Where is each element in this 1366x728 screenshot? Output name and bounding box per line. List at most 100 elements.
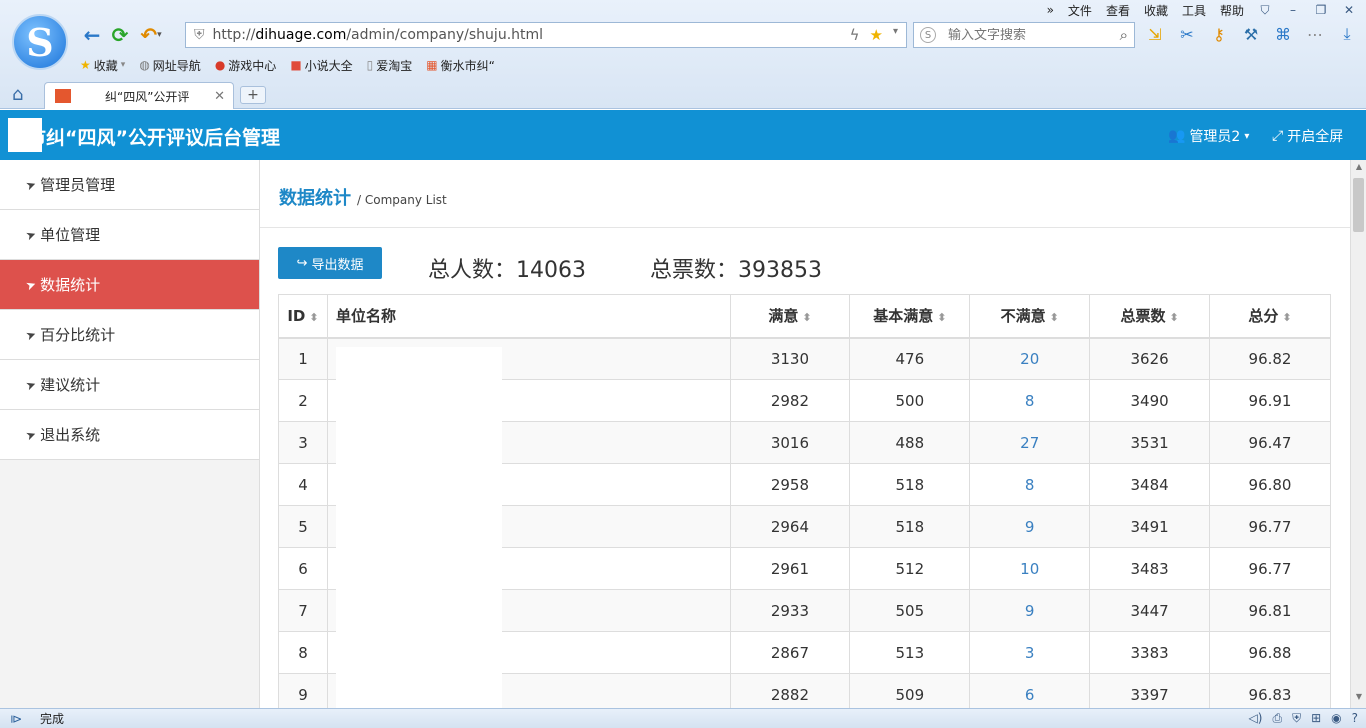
cell-unsatisfied-link[interactable]: 3 (969, 631, 1091, 674)
sidebar-item-suggestion-statistics[interactable]: ➤ 建议统计 (0, 360, 259, 410)
cell-basic: 518 (849, 463, 971, 506)
scroll-thumb[interactable] (1353, 178, 1364, 232)
column-header-score[interactable]: 总分 ⬍ (1209, 294, 1331, 339)
address-text[interactable]: http://dihuage.com/admin/company/shuju.h… (213, 27, 850, 43)
menu-more-icon[interactable]: » (1047, 3, 1054, 17)
cell-unsatisfied-link[interactable]: 8 (969, 379, 1091, 422)
login-icon[interactable]: ⇲ (1145, 25, 1165, 44)
cell-score: 96.83 (1209, 673, 1331, 708)
cell-total: 3491 (1089, 505, 1211, 548)
new-tab-button[interactable]: + (240, 86, 266, 104)
column-label: 单位名称 (335, 307, 396, 326)
bookmark-item[interactable]: ▦ 衡水市纠“ (426, 57, 495, 74)
download-icon[interactable]: ⤓ (1337, 24, 1357, 44)
cell-basic: 476 (849, 337, 971, 380)
menu-view[interactable]: 查看 (1106, 2, 1130, 19)
total-people: 总人数：14063 (428, 258, 586, 283)
page-subtitle: / Company List (357, 193, 447, 207)
page-scrollbar[interactable]: ▲ ▼ (1350, 160, 1366, 708)
tab-title: 纠“四风”公开评 (105, 89, 190, 104)
back-arrow-icon[interactable]: ← (78, 23, 106, 47)
page-header: 数据统计 / Company List (279, 184, 447, 210)
skin-icon[interactable]: ⛉ (1258, 3, 1272, 18)
minimize-icon[interactable]: – (1286, 3, 1300, 17)
bookmark-item[interactable]: ● 游戏中心 (215, 57, 277, 74)
sidebar-item-data-statistics[interactable]: ➤ 数据统计 (0, 260, 259, 310)
browser-tab[interactable]: 纠“四风”公开评 ✕ (44, 82, 234, 109)
cell-total: 3484 (1089, 463, 1211, 506)
send-arrow-icon: ➤ (23, 226, 39, 243)
bookmark-item[interactable]: ◍ 网址导航 (139, 57, 201, 74)
cell-id: 3 (278, 421, 328, 464)
print-icon[interactable]: ⎙ (1272, 711, 1282, 726)
bookmark-item[interactable]: ★ 收藏 ▾ (80, 57, 125, 74)
more-icon[interactable]: ⋯ (1305, 25, 1325, 44)
menu-help[interactable]: 帮助 (1220, 2, 1244, 19)
key-icon[interactable]: ⚷ (1209, 25, 1229, 44)
cell-id: 5 (278, 505, 328, 548)
status-text: 完成 (40, 712, 65, 726)
help-icon[interactable]: ? (1352, 711, 1358, 726)
total-votes: 总票数：393853 (650, 258, 822, 283)
scroll-down-icon[interactable]: ▼ (1351, 692, 1366, 704)
cell-id: 2 (278, 379, 328, 422)
search-engine-icon[interactable]: S (920, 27, 936, 43)
sidebar-toggle-icon[interactable]: ⧐ (10, 712, 28, 726)
menu-favorites[interactable]: 收藏 (1144, 2, 1168, 19)
column-header-total-votes[interactable]: 总票数 ⬍ (1089, 294, 1211, 339)
zoom-icon[interactable]: ⊞ (1311, 711, 1321, 726)
bookmark-label: 网址导航 (152, 58, 201, 73)
tab-close-icon[interactable]: ✕ (214, 89, 225, 104)
bookmark-item[interactable]: ■ 小说大全 (290, 57, 352, 74)
scroll-up-icon[interactable]: ▲ (1351, 162, 1366, 174)
sidebar-item-label: 百分比统计 (40, 326, 116, 344)
menu-tools[interactable]: 工具 (1182, 2, 1206, 19)
site-icon: ▦ (426, 58, 438, 72)
sidebar-item-unit-management[interactable]: ➤ 单位管理 (0, 210, 259, 260)
search-input[interactable] (948, 27, 1120, 43)
close-window-icon[interactable]: ✕ (1342, 3, 1356, 17)
column-header-id[interactable]: ID ⬍ (278, 294, 328, 339)
favorite-star-icon[interactable]: ★ (870, 26, 883, 44)
column-header-basic-satisfied[interactable]: 基本满意 ⬍ (849, 294, 971, 339)
network-icon[interactable]: ◉ (1331, 711, 1341, 726)
bookmark-item[interactable]: ▯ 爱淘宝 (367, 57, 413, 74)
dropdown-icon[interactable]: ▾ (893, 26, 898, 44)
page-title: 数据统计 (279, 188, 351, 209)
wrench-icon[interactable]: ⚒ (1241, 25, 1261, 44)
address-bar[interactable]: ⛨ http://dihuage.com/admin/company/shuju… (185, 22, 907, 48)
export-data-button[interactable]: ↪ 导出数据 (278, 247, 382, 279)
cell-unsatisfied-link[interactable]: 8 (969, 463, 1091, 506)
sidebar-item-admin-management[interactable]: ➤ 管理员管理 (0, 160, 259, 210)
column-header-unsatisfied[interactable]: 不满意 ⬍ (969, 294, 1091, 339)
scissors-icon[interactable]: ✂ (1177, 25, 1197, 44)
cell-basic: 518 (849, 505, 971, 548)
browser-logo[interactable]: S (12, 14, 68, 70)
restore-icon[interactable]: ❐ (1314, 3, 1328, 17)
lightning-icon[interactable]: ϟ (850, 26, 860, 44)
cell-unsatisfied-link[interactable]: 20 (969, 337, 1091, 380)
column-label: 总票数 (1120, 307, 1166, 326)
security-icon[interactable]: ⛨ (1292, 711, 1301, 726)
cell-unsatisfied-link[interactable]: 9 (969, 505, 1091, 548)
search-icon[interactable]: ⌕ (1120, 26, 1128, 44)
volume-icon[interactable]: ◁) (1249, 711, 1263, 726)
admin-menu[interactable]: 👥 管理员2 ▾ (1168, 126, 1249, 146)
sidebar-item-percentage-statistics[interactable]: ➤ 百分比统计 (0, 310, 259, 360)
undo-icon[interactable]: ↶ ▾ (134, 23, 168, 47)
cell-unsatisfied-link[interactable]: 10 (969, 547, 1091, 590)
cell-unsatisfied-link[interactable]: 6 (969, 673, 1091, 708)
fullscreen-button[interactable]: ⤢ 开启全屏 (1272, 126, 1343, 146)
cell-total: 3490 (1089, 379, 1211, 422)
cell-basic: 512 (849, 547, 971, 590)
refresh-icon[interactable]: ⟳ (106, 23, 134, 47)
menu-file[interactable]: 文件 (1068, 2, 1092, 19)
cell-basic: 509 (849, 673, 971, 708)
cell-unsatisfied-link[interactable]: 27 (969, 421, 1091, 464)
translate-icon[interactable]: ⌘ (1273, 25, 1293, 44)
column-header-satisfied[interactable]: 满意 ⬍ (729, 294, 851, 339)
cell-unsatisfied-link[interactable]: 9 (969, 589, 1091, 632)
home-icon[interactable]: ⌂ (12, 84, 23, 105)
shield-icon: ⛨ (194, 27, 205, 43)
sidebar-item-logout[interactable]: ➤ 退出系统 (0, 410, 259, 460)
